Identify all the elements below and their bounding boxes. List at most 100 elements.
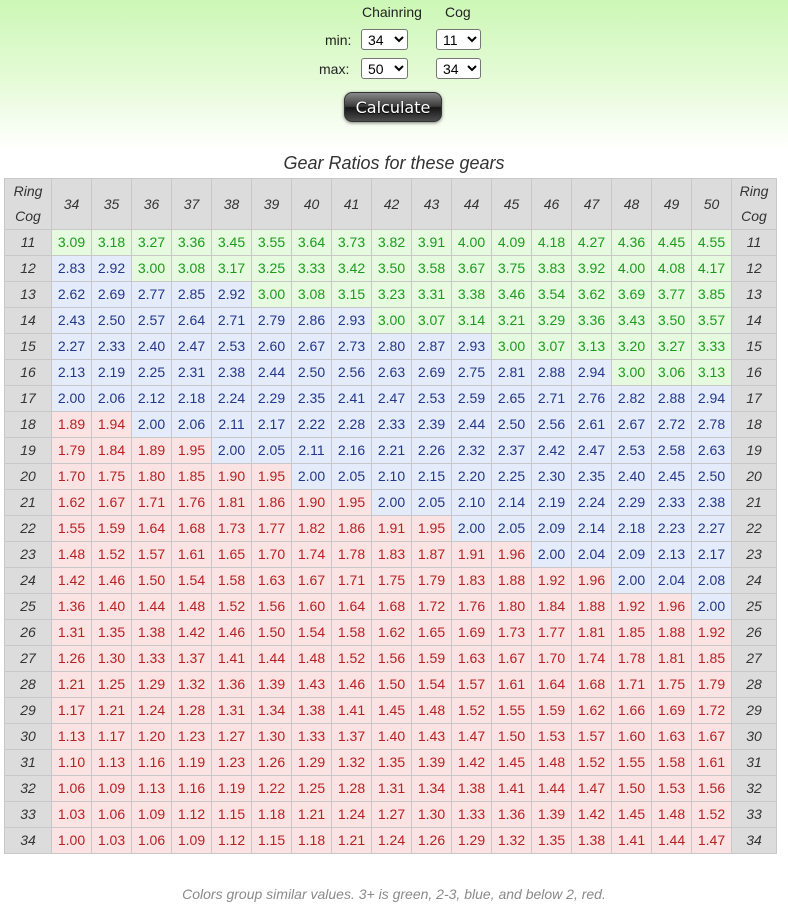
table-row: 23 1.48 1.52 1.57 1.61 1.65 1.70 1.74 1.78 1.83 1.… (4, 541, 777, 568)
ratio-cell: 2.26 (411, 437, 452, 464)
cog-row-label: 30 (731, 723, 777, 750)
ratio-cell: 3.75 (491, 255, 532, 282)
ratio-cell: 1.26 (411, 827, 452, 854)
ratio-cell: 1.41 (331, 697, 372, 724)
ratio-cell: 1.29 (131, 671, 172, 698)
ratio-cell: 2.93 (331, 307, 372, 334)
ratio-cell: 2.86 (291, 307, 332, 334)
chainring-min-select[interactable]: 34 (361, 29, 408, 50)
ratio-cell: 1.06 (131, 827, 172, 854)
cog-row-label: 12 (731, 255, 777, 282)
table-row: 30 1.13 1.17 1.20 1.23 1.27 1.30 1.33 1.37 1.40 1.… (4, 723, 777, 750)
ratio-cell: 2.42 (531, 437, 572, 464)
ratio-cell: 1.74 (571, 645, 612, 672)
ratio-cell: 3.43 (611, 307, 652, 334)
cog-max-select[interactable]: 34 (436, 58, 481, 79)
ratio-cell: 3.73 (331, 229, 372, 256)
ratio-cell: 1.96 (571, 567, 612, 594)
ratio-cell: 3.06 (651, 359, 692, 386)
ratio-cell: 1.38 (131, 619, 172, 646)
ratio-cell: 2.37 (491, 437, 532, 464)
cog-row-label: 12 (4, 255, 52, 282)
cog-row-label: 11 (731, 229, 777, 256)
ratio-cell: 1.79 (411, 567, 452, 594)
chainring-max-select[interactable]: 50 (361, 58, 408, 79)
table-row: 12 2.83 2.92 3.00 3.08 3.17 3.25 3.33 3.42 3.50 3.… (4, 255, 777, 282)
ratio-cell: 3.92 (571, 255, 612, 282)
cog-row-label: 11 (4, 229, 52, 256)
ratio-cell: 1.06 (91, 801, 132, 828)
ratio-cell: 1.35 (91, 619, 132, 646)
cog-row-label: 21 (731, 489, 777, 516)
ratio-cell: 4.09 (491, 229, 532, 256)
ratio-cell: 3.45 (211, 229, 252, 256)
ratio-cell: 1.79 (691, 671, 732, 698)
ratio-cell: 2.33 (371, 411, 412, 438)
ratio-cell: 2.21 (371, 437, 412, 464)
ratio-cell: 1.38 (291, 697, 332, 724)
cog-row-label: 24 (731, 567, 777, 594)
table-row: 29 1.17 1.21 1.24 1.28 1.31 1.34 1.38 1.41 1.45 1.… (4, 697, 777, 724)
corner-left: Ring Cog (4, 178, 52, 230)
ratio-cell: 1.72 (691, 697, 732, 724)
ratio-cell: 1.82 (291, 515, 332, 542)
ratio-cell: 1.80 (491, 593, 532, 620)
chainring-col-header: 47 (571, 178, 612, 230)
ratio-cell: 2.47 (171, 333, 212, 360)
cog-row-label: 16 (731, 359, 777, 386)
cog-row-label: 33 (731, 801, 777, 828)
calculate-button[interactable]: Calculate (344, 92, 442, 122)
ratio-cell: 3.77 (651, 281, 692, 308)
ratio-cell: 1.84 (91, 437, 132, 464)
ratio-cell: 2.63 (371, 359, 412, 386)
ratio-cell: 4.27 (571, 229, 612, 256)
ratio-cell: 3.58 (411, 255, 452, 282)
ratio-cell: 2.56 (331, 359, 372, 386)
ratio-cell: 3.33 (691, 333, 732, 360)
ratio-cell: 2.09 (531, 515, 572, 542)
ratio-cell: 1.61 (691, 749, 732, 776)
table-row: 14 2.43 2.50 2.57 2.64 2.71 2.79 2.86 2.93 3.00 3.… (4, 307, 777, 334)
ratio-cell: 3.09 (51, 229, 92, 256)
ratio-cell: 2.25 (131, 359, 172, 386)
ratio-cell: 1.44 (531, 775, 572, 802)
ratio-cell: 1.15 (251, 827, 292, 854)
ratio-cell: 1.06 (51, 775, 92, 802)
ratio-cell: 1.24 (371, 827, 412, 854)
ratio-cell: 3.91 (411, 229, 452, 256)
ratio-cell: 1.96 (651, 593, 692, 620)
ratio-cell: 2.76 (571, 385, 612, 412)
ratio-cell: 1.95 (331, 489, 372, 516)
table-row: 21 1.62 1.67 1.71 1.76 1.81 1.86 1.90 1.95 2.00 2.… (4, 489, 777, 516)
cog-row-label: 17 (731, 385, 777, 412)
ratio-cell: 1.27 (371, 801, 412, 828)
ratio-cell: 1.10 (51, 749, 92, 776)
ratio-cell: 1.19 (211, 775, 252, 802)
ratio-cell: 2.33 (91, 333, 132, 360)
ratio-cell: 1.30 (251, 723, 292, 750)
ratio-cell: 1.63 (651, 723, 692, 750)
ratio-cell: 4.17 (691, 255, 732, 282)
ratio-cell: 1.15 (211, 801, 252, 828)
ratio-cell: 1.30 (91, 645, 132, 672)
ratio-cell: 1.48 (291, 645, 332, 672)
ratio-cell: 2.27 (51, 333, 92, 360)
ratio-cell: 1.86 (251, 489, 292, 516)
ratio-cell: 2.35 (291, 385, 332, 412)
cog-min-select[interactable]: 11 (436, 29, 481, 50)
ratio-cell: 4.45 (651, 229, 692, 256)
cog-row-label: 27 (4, 645, 52, 672)
cog-row-label: 28 (731, 671, 777, 698)
ratio-cell: 2.22 (291, 411, 332, 438)
ratio-cell: 1.68 (571, 671, 612, 698)
ratio-cell: 1.16 (131, 749, 172, 776)
ratio-cell: 2.00 (611, 567, 652, 594)
cog-row-label: 14 (4, 307, 52, 334)
ratio-cell: 1.90 (291, 489, 332, 516)
ratio-cell: 2.29 (251, 385, 292, 412)
ratio-cell: 1.23 (211, 749, 252, 776)
chainring-col-header: 45 (491, 178, 532, 230)
ratio-cell: 1.83 (371, 541, 412, 568)
table-row: 27 1.26 1.30 1.33 1.37 1.41 1.44 1.48 1.52 1.56 1.… (4, 645, 777, 672)
ratio-cell: 1.28 (331, 775, 372, 802)
